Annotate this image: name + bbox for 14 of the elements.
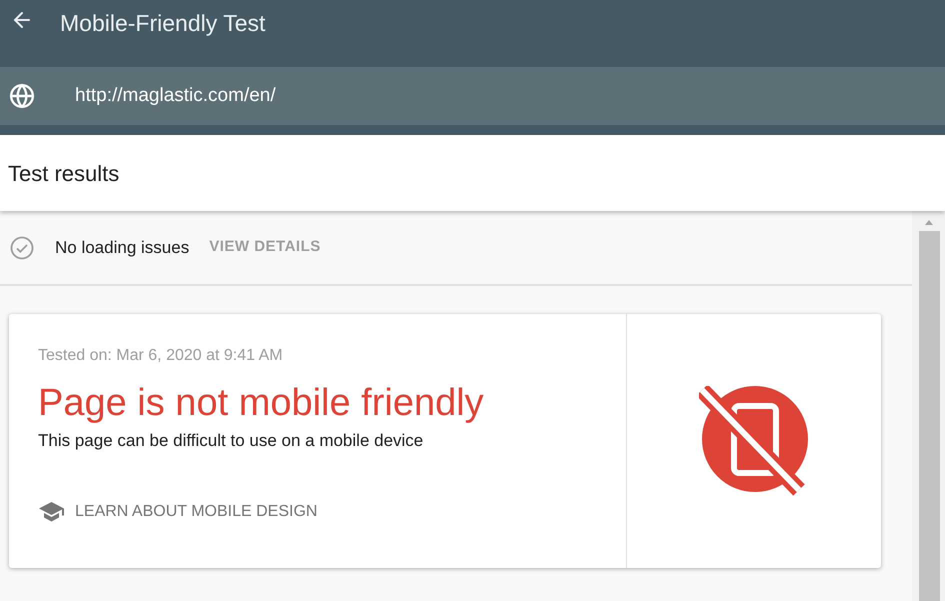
result-description: This page can be difficult to use on a mobile device (38, 430, 424, 452)
learn-link[interactable]: LEARN ABOUT MOBILE DESIGN (38, 500, 626, 524)
result-headline: Page is not mobile friendly (38, 381, 485, 426)
view-details-link[interactable]: VIEW DETAILS (209, 236, 321, 259)
check-circle-icon (10, 236, 34, 260)
section-title: Test results (8, 160, 120, 188)
scrollbar[interactable] (912, 211, 945, 601)
app-title: Mobile-Friendly Test (60, 9, 266, 38)
globe-icon (9, 83, 35, 109)
url-text: http://maglastic.com/en/ (75, 84, 276, 108)
scrollbar-thumb[interactable] (919, 231, 940, 601)
tested-on-text: Tested on: Mar 6, 2020 at 9:41 AM (38, 346, 284, 366)
loading-status: No loading issues (55, 236, 190, 259)
graduation-cap-icon (38, 500, 65, 522)
